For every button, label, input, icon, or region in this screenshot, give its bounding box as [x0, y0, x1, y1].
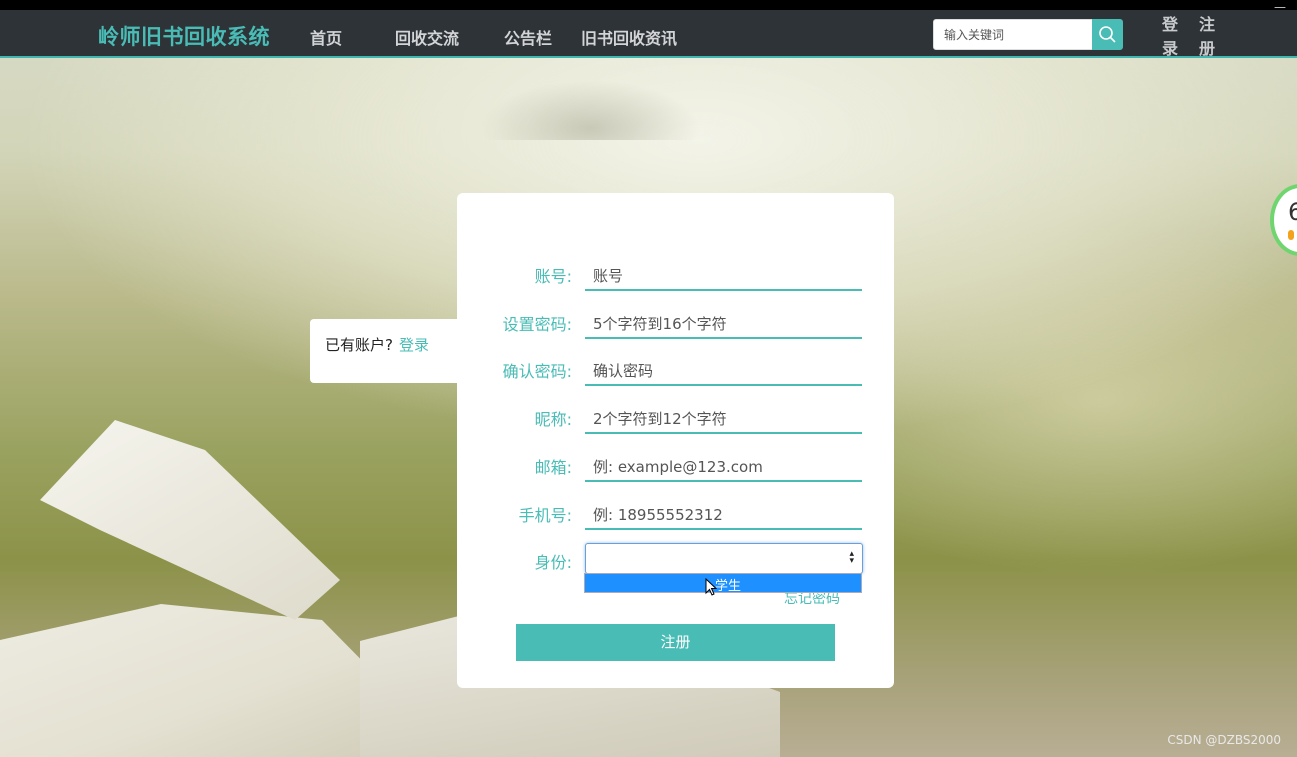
login-char-2: 录 — [1161, 39, 1178, 58]
nav-link-home[interactable]: 首页 — [310, 25, 342, 49]
identity-select[interactable]: ▴ ▾ — [585, 543, 863, 574]
login-hint-text: 已有账户? — [325, 336, 393, 354]
form-row-confirm-password: 确认密码: — [457, 352, 894, 392]
select-arrows-icon: ▴ ▾ — [849, 549, 854, 566]
watermark: CSDN @DZBS2000 — [1167, 733, 1281, 747]
password-label: 设置密码: — [502, 315, 572, 334]
register-char-2: 册 — [1198, 39, 1215, 58]
form-row-password: 设置密码: — [457, 305, 894, 345]
identity-label: 身份: — [534, 553, 572, 572]
register-link[interactable]: 注 册 — [1198, 13, 1216, 61]
background-hills — [480, 80, 700, 140]
widget-number: 6 — [1288, 198, 1297, 226]
phone-input[interactable] — [585, 496, 862, 530]
window-top-strip: — — [0, 0, 1297, 28]
form-row-account: 账号: — [457, 257, 894, 297]
login-hint-panel: 已有账户? 登录 — [310, 319, 460, 383]
email-label: 邮箱: — [534, 458, 572, 477]
nav-link-news[interactable]: 旧书回收资讯 — [581, 25, 677, 49]
side-floating-widget[interactable]: 6 — [1270, 184, 1297, 256]
form-row-phone: 手机号: — [457, 496, 894, 536]
search-input[interactable] — [933, 19, 1093, 50]
nickname-label: 昵称: — [534, 410, 572, 429]
email-input[interactable] — [585, 448, 862, 482]
form-row-email: 邮箱: — [457, 448, 894, 488]
search-icon — [1099, 26, 1116, 43]
widget-indicator-icon — [1288, 230, 1294, 240]
register-form-card: 账号: 设置密码: 确认密码: 昵称: 邮箱: 手机号: 身份: ▴▾ — [457, 193, 894, 688]
register-char-1: 注 — [1198, 15, 1215, 34]
form-row-nickname: 昵称: — [457, 400, 894, 440]
confirm-password-input[interactable] — [585, 352, 862, 386]
nav-link-exchange[interactable]: 回收交流 — [395, 25, 459, 49]
login-hint-link[interactable]: 登录 — [399, 336, 429, 354]
identity-dropdown-list: 学生 — [584, 573, 862, 596]
login-char-1: 登 — [1161, 15, 1178, 34]
account-label: 账号: — [534, 267, 572, 286]
password-input[interactable] — [585, 305, 862, 339]
mouse-cursor-icon — [705, 578, 717, 596]
confirm-password-label: 确认密码: — [502, 362, 572, 381]
account-input[interactable] — [585, 257, 862, 291]
login-link[interactable]: 登 录 — [1161, 13, 1179, 61]
top-navbar: 岭师旧书回收系统 首页 回收交流 公告栏 旧书回收资讯 登 录 注 册 — [0, 10, 1297, 58]
background-book-page — [40, 420, 340, 620]
search-button[interactable] — [1092, 19, 1123, 50]
nickname-input[interactable] — [585, 400, 862, 434]
site-brand[interactable]: 岭师旧书回收系统 — [98, 21, 270, 51]
register-submit-button[interactable]: 注册 — [516, 624, 835, 661]
phone-label: 手机号: — [518, 506, 572, 525]
nav-link-notice[interactable]: 公告栏 — [504, 25, 552, 49]
identity-option-student[interactable]: 学生 — [715, 575, 741, 594]
